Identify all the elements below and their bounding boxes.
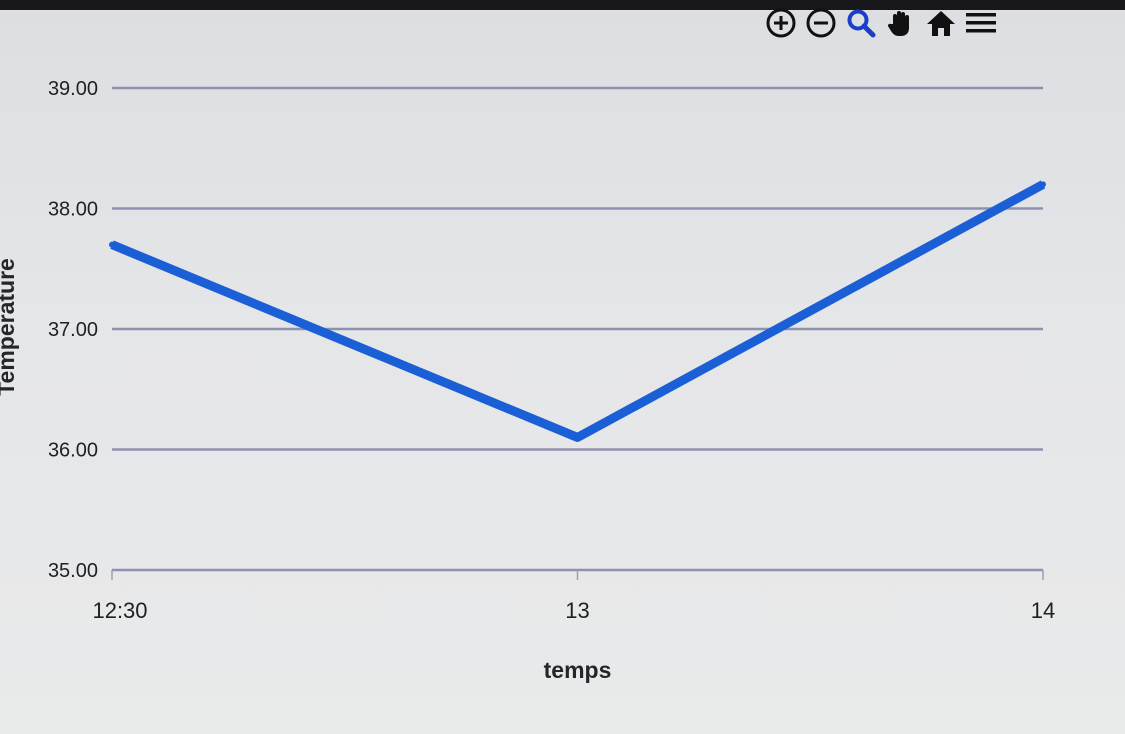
x-tick-label: 13 [565, 598, 589, 623]
y-tick-label: 35.00 [48, 560, 98, 582]
x-axis-title: temps [544, 657, 612, 683]
series-line [110, 180, 1046, 442]
line-chart: 35.00 36.00 37.00 38.00 39.00 12:30 13 14 temps T… [0, 78, 1055, 683]
y-tick-label: 39.00 [48, 78, 98, 100]
x-tick-label: 14 [1031, 598, 1055, 623]
data-point [574, 434, 581, 441]
y-tick-label: 37.00 [48, 319, 98, 341]
y-axis-title: Temperature [0, 258, 19, 396]
y-tick-label: 38.00 [48, 199, 98, 221]
data-point [109, 241, 115, 248]
x-tick-label: 12:30 [92, 598, 147, 623]
data-point [1040, 181, 1046, 188]
y-tick-label: 36.00 [48, 440, 98, 462]
